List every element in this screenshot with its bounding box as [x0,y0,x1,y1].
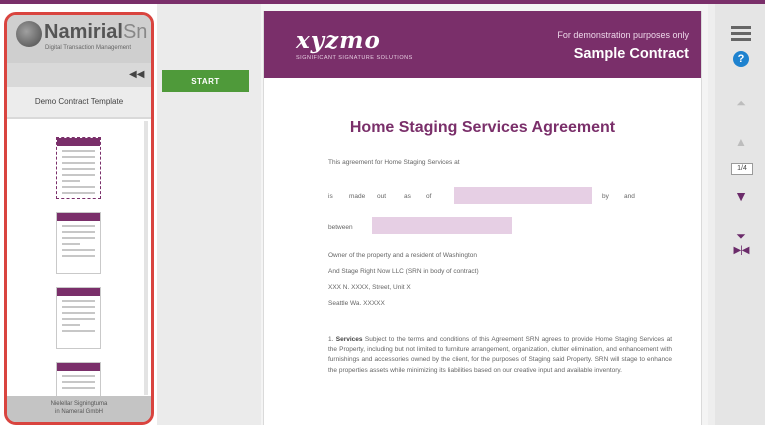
document-scrollbar[interactable] [708,4,715,425]
page-thumbnail[interactable] [56,212,101,274]
start-button[interactable]: START [162,70,249,92]
next-page-icon[interactable]: ▼ [729,189,753,203]
brand-name-suffix: Sn [122,21,148,43]
made-word: of [426,193,432,200]
footer-line: in Nameral GmbH [54,409,103,415]
header-title: Sample Contract [573,46,689,62]
document-header: xyzmo SIGNIFICANT SIGNATURE SOLUTIONS Fo… [264,11,701,78]
logo-subtitle: SIGNIFICANT SIGNATURE SOLUTIONS [296,55,413,61]
services-paragraph: 1. Services Subject to the terms and con… [328,335,672,376]
brand-mark-icon [16,21,42,47]
owner-line: Seattle Wa. XXXXX [328,300,385,307]
xyzmo-logo: xyzmo [296,27,381,54]
help-icon[interactable]: ? [733,51,749,67]
brand-logo: NamirialSn Digital Transaction Managemen… [7,15,151,63]
document-page: xyzmo SIGNIFICANT SIGNATURE SOLUTIONS Fo… [263,11,702,425]
between-label: between [328,224,353,231]
date-field[interactable] [454,187,592,204]
owner-line: And Stage Right Now LLC (SRN in body of … [328,268,479,275]
page-thumbnail[interactable] [56,287,101,349]
previous-page-icon[interactable]: ▲ [729,135,753,149]
last-page-icon[interactable]: ⏷ [729,229,753,243]
collapse-sidebar-icon[interactable]: ◀◀ [129,69,144,81]
owner-line: XXX N. XXXX, Street, Unit X [328,284,411,291]
sidebar-footer: Nielellar Signingtuma in Nameral GmbH [7,396,151,422]
page-thumbnail[interactable] [56,137,101,199]
brand-tagline: Digital Transaction Management [45,45,132,51]
page-indicator: 1/4 [731,163,753,175]
fit-width-icon[interactable]: ▶|◀ [729,245,753,256]
navigation-toolbar [715,4,765,425]
thumbnail-sidebar: NamirialSn Digital Transaction Managemen… [4,12,154,425]
party-name-field[interactable] [372,217,512,234]
brand-name: Namirial [44,21,123,43]
footer-line: Nielellar Signingtuma [50,401,108,407]
made-word: as [404,193,411,200]
document-template-title: Demo Contract Template [7,87,151,117]
by-word: by [602,193,609,200]
first-page-icon[interactable]: ⏶ [729,96,753,110]
owner-line: Owner of the property and a resident of … [328,252,477,259]
agreement-title: Home Staging Services Agreement [349,119,616,136]
by-word: and [624,193,635,200]
demo-note: For demonstration purposes only [557,30,689,40]
made-word: out [377,193,387,200]
section-text: Subject to the terms and conditions of t… [328,336,673,374]
made-word: is [328,193,333,200]
page-thumbnails [7,119,151,397]
made-word: made [349,193,366,200]
action-column [157,4,261,425]
section-number: 1. [328,336,334,343]
page-thumbnail[interactable] [56,362,101,397]
intro-text: This agreement for Home Staging Services… [328,159,460,166]
hamburger-menu-icon[interactable] [729,26,753,44]
thumbnail-scrollbar[interactable] [144,121,148,395]
section-title: Services [335,336,363,343]
